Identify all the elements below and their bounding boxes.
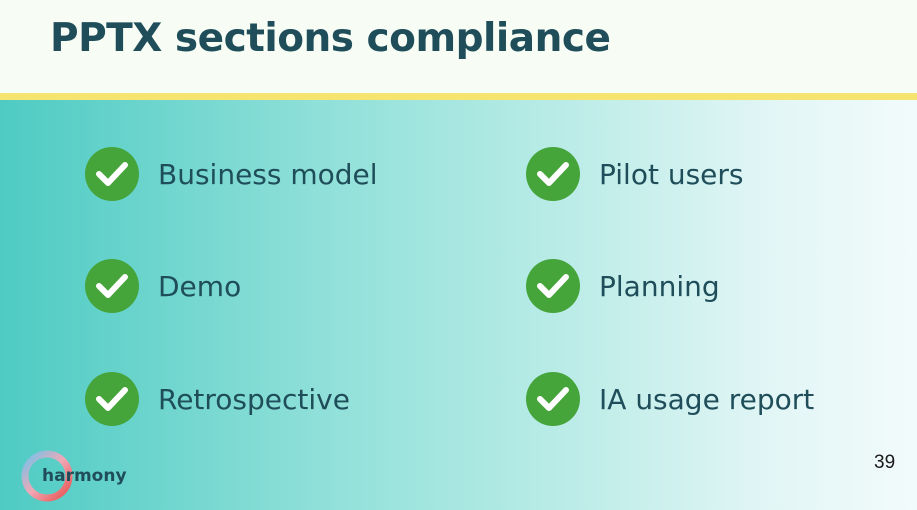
check-circle-icon bbox=[526, 147, 580, 201]
check-circle-icon bbox=[526, 259, 580, 313]
check-circle-icon bbox=[526, 372, 580, 426]
checklist-item-label: Business model bbox=[158, 157, 378, 191]
check-circle-icon bbox=[85, 372, 139, 426]
checklist-item-ia-usage-report: IA usage report bbox=[526, 371, 814, 427]
harmony-logo: harmony bbox=[20, 448, 130, 504]
checklist-item-label: Retrospective bbox=[158, 382, 350, 416]
checklist-item-demo: Demo bbox=[85, 258, 241, 314]
checklist-item-planning: Planning bbox=[526, 258, 720, 314]
checklist-item-label: Pilot users bbox=[599, 157, 744, 191]
slide-title: PPTX sections compliance bbox=[50, 16, 611, 61]
check-circle-icon bbox=[85, 259, 139, 313]
checklist-item-retrospective: Retrospective bbox=[85, 371, 350, 427]
logo-text: harmony bbox=[42, 466, 127, 486]
accent-bar bbox=[0, 93, 917, 100]
checklist-item-label: Demo bbox=[158, 269, 242, 303]
check-circle-icon bbox=[85, 147, 139, 201]
slide: PPTX sections compliance Business model … bbox=[0, 0, 917, 510]
checklist-item-label: Planning bbox=[599, 269, 720, 303]
checklist-item-pilot-users: Pilot users bbox=[526, 146, 744, 202]
page-number: 39 bbox=[874, 452, 896, 473]
checklist-item-business-model: Business model bbox=[85, 146, 378, 202]
slide-header: PPTX sections compliance bbox=[0, 0, 917, 94]
checklist-item-label: IA usage report bbox=[599, 382, 815, 416]
